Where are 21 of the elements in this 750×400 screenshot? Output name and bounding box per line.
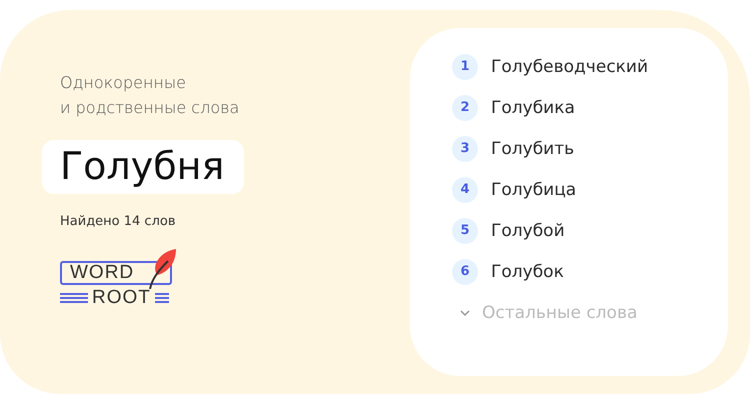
number-badge: 3 [452, 136, 478, 162]
lines-icon [154, 292, 169, 304]
feather-icon [148, 249, 178, 289]
logo-text: WORD [70, 262, 134, 284]
word-link[interactable]: Голубица [491, 180, 576, 200]
word-link[interactable]: Голубок [491, 262, 564, 282]
word-link[interactable]: Голубеводческий [491, 56, 648, 76]
found-count: Найдено 14 слов [60, 214, 176, 229]
logo-text: ROOT [92, 287, 151, 309]
lines-icon [60, 292, 88, 304]
number-badge: 1 [452, 54, 478, 80]
number-badge: 6 [452, 258, 478, 284]
chevron-icon [459, 308, 471, 316]
word-link[interactable]: Голубить [491, 138, 574, 158]
word-link[interactable]: Голубой [491, 220, 565, 240]
number-badge: 5 [452, 218, 478, 244]
headword: Голубня [42, 140, 244, 194]
subtitle: Однокоренные и родственные слова [60, 72, 240, 119]
word-link[interactable]: Голубика [491, 98, 575, 118]
number-badge: 2 [452, 94, 478, 120]
number-badge: 4 [452, 176, 478, 202]
